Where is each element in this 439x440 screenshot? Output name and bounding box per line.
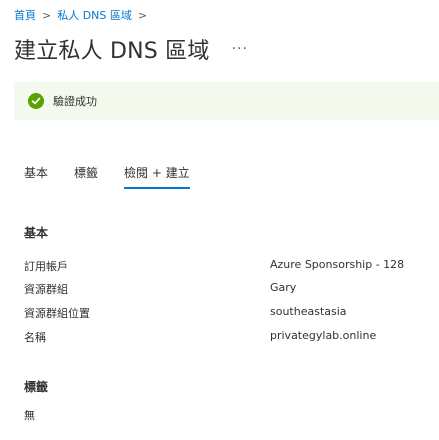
- resource-group-location-value: southeastasia: [270, 305, 347, 318]
- breadcrumb-private-dns-link[interactable]: 私人 DNS 區域: [57, 7, 132, 23]
- breadcrumb: 首頁 > 私人 DNS 區域 >: [14, 7, 153, 23]
- tab-tags[interactable]: 標籤: [74, 164, 98, 189]
- tags-empty-value: 無: [24, 409, 35, 422]
- resource-group-label: 資源群組: [24, 283, 68, 296]
- subscription-value: Azure Sponsorship - 128: [270, 258, 405, 271]
- page-title: 建立私人 DNS 區域: [14, 39, 210, 64]
- summary-row: 名稱 privategylab.online: [24, 329, 439, 349]
- tab-review-create[interactable]: 檢閱 + 建立: [124, 164, 190, 189]
- summary-row: 無: [24, 407, 439, 427]
- section-heading-basics: 基本: [24, 226, 49, 240]
- name-label: 名稱: [24, 331, 46, 344]
- resource-group-location-label: 資源群組位置: [24, 307, 90, 320]
- breadcrumb-home-link[interactable]: 首頁: [14, 7, 36, 23]
- name-value: privategylab.online: [270, 329, 377, 342]
- subscription-label: 訂用帳戶: [24, 260, 68, 273]
- summary-row: 資源群組 Gary: [24, 281, 439, 301]
- summary-row: 資源群組位置 southeastasia: [24, 305, 439, 325]
- wizard-tabs: 基本 標籤 檢閱 + 建立: [24, 164, 216, 189]
- breadcrumb-separator: >: [42, 8, 52, 22]
- validation-banner: 驗證成功: [14, 82, 439, 120]
- validation-text: 驗證成功: [53, 95, 97, 108]
- more-options-button[interactable]: ···: [232, 42, 248, 56]
- checkmark-circle-icon: [28, 93, 44, 109]
- title-row: 建立私人 DNS 區域 ···: [14, 33, 248, 65]
- summary-row: 訂用帳戶 Azure Sponsorship - 128: [24, 258, 439, 278]
- resource-group-value: Gary: [270, 281, 297, 294]
- tab-basics[interactable]: 基本: [24, 164, 48, 189]
- section-heading-tags: 標籤: [24, 380, 49, 394]
- breadcrumb-separator: >: [137, 8, 148, 22]
